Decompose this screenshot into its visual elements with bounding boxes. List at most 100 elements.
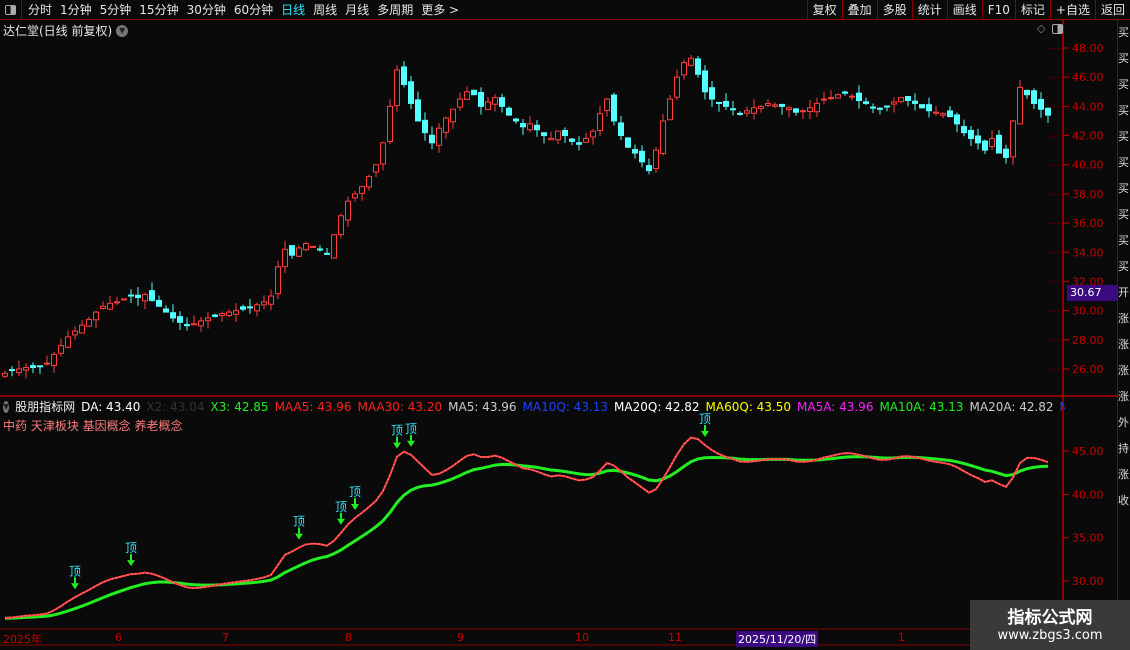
period-tab[interactable]: 日线 (277, 1, 309, 18)
candle-down (877, 107, 883, 110)
period-tab[interactable]: 多周期 (373, 1, 417, 18)
grid-dot (1054, 223, 1055, 225)
panel-toggle-button[interactable] (1052, 24, 1063, 34)
period-tab[interactable]: 15分钟 (135, 1, 182, 18)
down-arrow-icon (127, 560, 135, 567)
candle-up (527, 123, 533, 131)
candle-up (191, 323, 197, 326)
toolbar-button[interactable]: +自选 (1049, 0, 1095, 20)
toolbar-button[interactable]: 叠加 (841, 0, 877, 20)
grid-dot (1054, 281, 1055, 283)
candle-down (737, 112, 743, 115)
grid-dot (1058, 106, 1059, 108)
period-tab[interactable]: 周线 (309, 1, 341, 18)
toolbar-button[interactable]: 统计 (911, 0, 947, 20)
candle-down (324, 252, 330, 255)
axis-label: 28.00 (1072, 334, 1104, 347)
candle-down (240, 306, 246, 310)
candle-up (674, 76, 680, 98)
indicator-value: X2: 43.04 (146, 399, 205, 414)
candle-up (891, 101, 897, 105)
toolbar-button[interactable]: 标记 (1014, 0, 1050, 20)
toolbar-button[interactable]: 画线 (946, 0, 982, 20)
candle-down (919, 104, 925, 109)
candle-up (933, 111, 939, 114)
candle-up (597, 113, 603, 132)
candle-up (492, 97, 498, 105)
candle-down (576, 142, 582, 145)
grid-dot (1054, 77, 1055, 79)
period-tab[interactable]: 分时 (24, 1, 56, 18)
axis-label: 48.00 (1072, 42, 1104, 55)
period-tab[interactable]: 更多 > (417, 1, 463, 18)
indicator-value: MA30A: 43.20 (1059, 399, 1065, 414)
candle-down (471, 89, 477, 96)
candle-down (506, 107, 512, 116)
candle-down (184, 324, 190, 327)
grid-dot (1050, 310, 1051, 312)
period-tab[interactable]: 30分钟 (183, 1, 230, 18)
candle-up (807, 107, 813, 113)
chart-canvas[interactable]: 48.00 46.00 44.00 42.00 40.00 38.00 36.00 34.00… (0, 0, 1130, 650)
axis-label: 40.00 (1072, 159, 1104, 172)
candle-down (870, 106, 876, 109)
candle-up (751, 107, 757, 114)
candle-down (618, 122, 624, 137)
indicator-name[interactable]: 股朋指标网 (15, 398, 75, 415)
candle-down (422, 119, 428, 134)
candle-up (1017, 86, 1023, 125)
candle-down (1031, 90, 1037, 104)
top-marker-label: 顶 (125, 541, 137, 555)
candle-down (905, 96, 911, 102)
stock-title: 达仁堂(日线 前复权) (3, 24, 113, 38)
candle-down (611, 94, 617, 122)
period-tab[interactable]: 5分钟 (96, 1, 136, 18)
toolbar-button[interactable]: F10 (981, 0, 1015, 20)
candle-down (135, 294, 141, 298)
chevron-down-icon[interactable]: ▼ (3, 400, 10, 413)
candle-down (408, 81, 414, 104)
candle-down (30, 365, 36, 369)
concept-tags: 中药 天津板块 基因概念 养老概念 (3, 419, 183, 433)
candle-up (758, 105, 764, 109)
candle-up (107, 302, 113, 310)
candle-up (296, 247, 302, 257)
grid-dot (1050, 223, 1051, 225)
candle-down (1003, 148, 1009, 158)
watermark-title: 指标公式网 (1007, 608, 1093, 628)
indicator-value: MA10Q: 43.13 (522, 399, 609, 414)
candle-down (513, 118, 519, 122)
grid-dot (1058, 48, 1059, 49)
candle-up (331, 234, 337, 259)
side-strip[interactable]: 买买买买买买买买买买开涨涨涨涨外持涨收 (1117, 20, 1130, 630)
date-label: 10 (575, 631, 589, 644)
grid-dot (1058, 281, 1059, 283)
period-tab[interactable]: 60分钟 (230, 1, 277, 18)
period-tab[interactable]: 1分钟 (56, 1, 96, 18)
watermark-url: www.zbgs3.com (997, 628, 1103, 643)
toolbar-button[interactable]: 多股 (876, 0, 912, 20)
date-label: 8 (345, 631, 352, 644)
sidebar-toggle-button[interactable] (0, 0, 22, 20)
period-tab[interactable]: 月线 (341, 1, 373, 18)
candle-down (632, 149, 638, 154)
candle-up (345, 200, 351, 221)
candle-up (44, 362, 50, 365)
diamond-icon[interactable]: ◇ (1037, 22, 1045, 35)
toolbar-button[interactable]: 返回 (1094, 0, 1130, 20)
candle-up (660, 120, 666, 154)
toolbar-button[interactable]: 复权 (806, 0, 842, 20)
date-axis: 2025年 6 7 8 9 10 11 1 2025/11/20/四 (0, 630, 970, 647)
candle-up (989, 137, 995, 147)
grid-dot (1054, 193, 1055, 195)
grid-dot (1050, 135, 1051, 137)
grid-dot (1058, 77, 1059, 79)
down-arrow-icon (71, 583, 79, 590)
candle-down (289, 245, 295, 256)
down-arrow-icon (337, 518, 345, 525)
candle-up (219, 313, 225, 317)
chevron-down-icon[interactable]: ▼ (116, 24, 129, 37)
candle-down (730, 108, 736, 111)
grid-dot (1050, 106, 1051, 108)
candle-down (842, 91, 848, 94)
